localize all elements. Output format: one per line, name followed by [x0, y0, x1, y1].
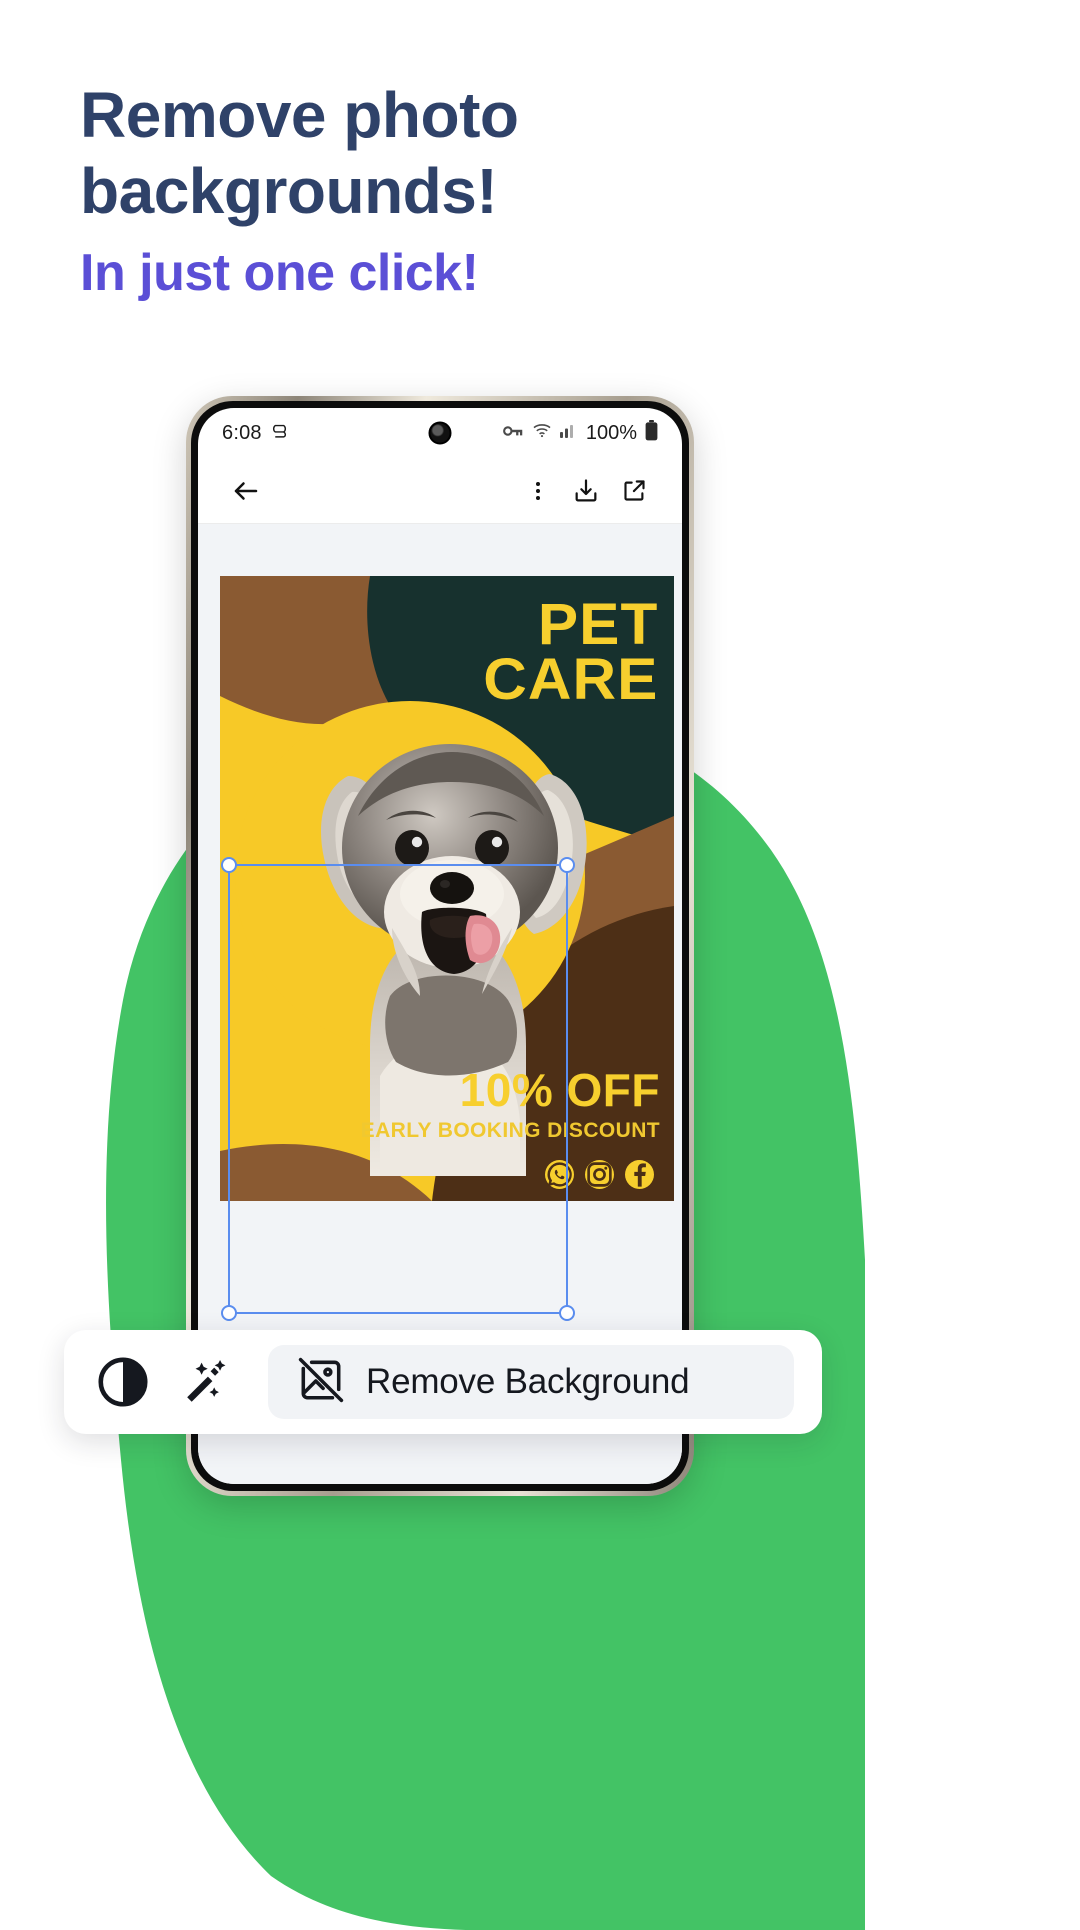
alarm-icon: [271, 422, 288, 445]
key-icon: [502, 422, 524, 444]
app-toolbar: [198, 458, 682, 524]
status-bar-left: 6:08: [222, 422, 288, 445]
camera-punchhole-icon: [428, 421, 452, 445]
battery-full-icon: [645, 419, 658, 447]
download-icon[interactable]: [562, 467, 610, 515]
headline-line-1: Remove photo: [80, 79, 519, 151]
phone-screen: 6:08 100% PET CARE 10% OFF EARLY BOOKING…: [198, 408, 682, 1484]
headline-line-2: backgrounds!: [80, 154, 498, 227]
phone-bezel: 6:08 100% PET CARE 10% OFF EARLY BOOKING…: [191, 401, 689, 1491]
resize-handle-bottom-right[interactable]: [559, 1305, 575, 1321]
status-time: 6:08: [222, 421, 262, 444]
status-bar-right: 100%: [502, 419, 658, 447]
page-subtitle: In just one click!: [80, 244, 479, 303]
contrast-icon[interactable]: [92, 1351, 154, 1413]
magic-wand-icon[interactable]: [176, 1351, 238, 1413]
battery-percent-label: 100%: [585, 421, 637, 444]
remove-background-label: Remove Background: [366, 1362, 690, 1401]
bottom-action-toolbar: Remove Background: [64, 1330, 822, 1434]
back-arrow-icon[interactable]: [222, 467, 270, 515]
resize-handle-bottom-left[interactable]: [221, 1305, 237, 1321]
share-external-icon[interactable]: [610, 467, 658, 515]
status-bar: 6:08 100%: [198, 408, 682, 458]
more-vertical-icon[interactable]: [514, 467, 562, 515]
cellular-signal-icon: [559, 422, 578, 444]
wifi-icon: [532, 422, 552, 444]
promo-text-block: Remove photo backgrounds! In just one cl…: [80, 78, 780, 302]
poster-image[interactable]: PET CARE 10% OFF EARLY BOOKING DISCOUNT: [220, 576, 674, 1201]
remove-background-button[interactable]: Remove Background: [268, 1345, 794, 1419]
image-off-icon: [296, 1355, 346, 1410]
page-title: Remove photo backgrounds!: [80, 78, 780, 229]
